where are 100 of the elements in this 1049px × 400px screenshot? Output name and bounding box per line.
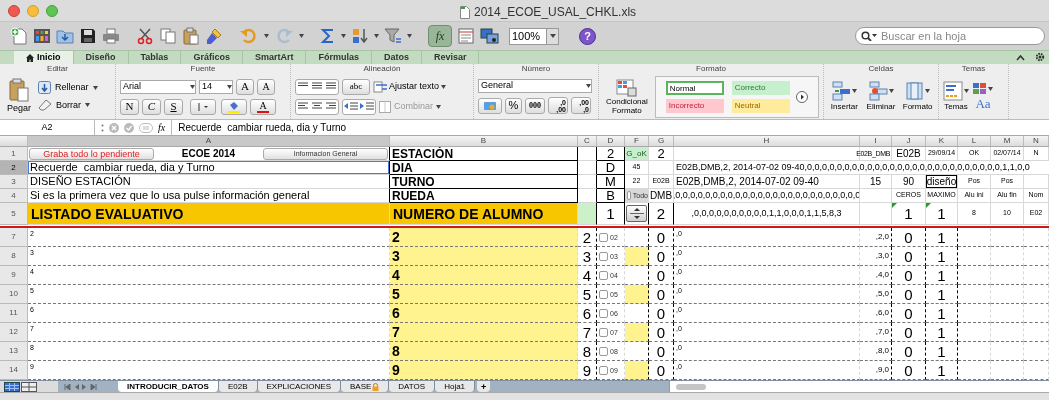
column-header[interactable]: A (28, 136, 390, 146)
dropdown-caret-icon[interactable] (85, 103, 90, 108)
table-cell[interactable]: DISEÑO ESTACIÓN (28, 175, 389, 188)
cell-style-swatch[interactable]: Correcto (731, 80, 790, 95)
percent-button[interactable]: % (505, 97, 522, 114)
font-color-button[interactable]: A (250, 98, 276, 115)
theme-fonts-button[interactable]: Aa (975, 96, 991, 111)
scissors-icon[interactable] (136, 27, 154, 45)
first-sheet-icon[interactable] (64, 383, 71, 390)
checkbox[interactable] (599, 232, 608, 242)
align-middle-icon[interactable] (310, 79, 324, 92)
collapse-ribbon-icon[interactable] (1016, 52, 1025, 62)
dropdown-caret-icon[interactable] (341, 34, 346, 38)
column-header[interactable]: C (578, 136, 597, 146)
checkbox[interactable] (599, 289, 608, 299)
checkbox[interactable] (599, 327, 608, 337)
equals-toggle-icon[interactable] (139, 122, 153, 133)
row-header[interactable]: 7 (0, 228, 28, 247)
row-header[interactable]: 2 (0, 161, 28, 175)
help-button[interactable]: ? (579, 27, 596, 45)
settings-icon[interactable] (1035, 52, 1045, 62)
conditional-format-button[interactable]: Condicional Formato (603, 78, 651, 115)
theme-colors-icon[interactable] (973, 82, 987, 95)
dropdown-caret-icon[interactable] (227, 84, 232, 89)
cell-style-swatch[interactable]: Normal (665, 80, 724, 95)
column-header[interactable]: G (649, 136, 674, 146)
search-icon[interactable] (861, 31, 877, 41)
align-bottom-icon[interactable] (324, 79, 338, 92)
dropdown-caret-icon[interactable] (851, 88, 857, 93)
paintbrush-icon[interactable] (205, 27, 223, 45)
row-header[interactable]: 1 (0, 147, 28, 161)
column-header[interactable]: K (926, 136, 958, 146)
italic-button[interactable]: C (142, 98, 161, 115)
zoom-field[interactable]: 100% (509, 27, 559, 45)
currency-button[interactable] (478, 97, 502, 114)
bold-button[interactable]: N (120, 98, 139, 115)
row-header[interactable]: 14 (0, 361, 28, 380)
dropdown-caret-icon[interactable] (888, 88, 894, 93)
align-left-icon[interactable] (296, 99, 310, 112)
shrink-font-button[interactable]: A (257, 78, 275, 95)
wrap-text-button[interactable]: Ajustar texto (373, 79, 447, 94)
checkbox[interactable] (599, 270, 608, 280)
sort-icon[interactable] (351, 27, 369, 45)
formula-builder-button[interactable]: fx (428, 25, 452, 47)
column-header[interactable]: H (674, 136, 860, 146)
text-orientation-button[interactable]: abc (342, 78, 370, 95)
new-document-icon[interactable] (10, 27, 28, 45)
themes-button[interactable]: Temas (943, 80, 969, 113)
dropdown-caret-icon[interactable] (92, 85, 98, 90)
column-header[interactable]: J (892, 136, 926, 146)
media-browser-icon[interactable] (480, 27, 500, 45)
row-header[interactable]: 12 (0, 323, 28, 342)
column-header[interactable]: I (860, 136, 892, 146)
row-header[interactable]: 4 (0, 189, 28, 203)
spinner-control[interactable] (626, 205, 647, 222)
cell-style-swatch[interactable]: Neutral (731, 98, 790, 113)
row-header[interactable]: 10 (0, 285, 28, 304)
underline-button[interactable]: S (164, 98, 183, 115)
dropdown-caret-icon[interactable] (964, 88, 969, 93)
number-format-field[interactable]: General (478, 79, 592, 93)
grow-font-button[interactable]: A (236, 78, 254, 95)
more-styles-icon[interactable] (795, 90, 808, 103)
dropdown-caret-icon[interactable] (586, 84, 591, 88)
close-window-icon[interactable] (8, 4, 20, 17)
checkbox[interactable] (599, 251, 608, 261)
ribbon-tab[interactable]: Inicio (14, 51, 74, 64)
search-field[interactable]: Buscar en la hoja (855, 27, 1045, 45)
row-header[interactable]: 9 (0, 266, 28, 285)
name-box[interactable]: A2 (0, 120, 95, 135)
cell-style-swatch[interactable]: Incorrecto (665, 98, 724, 113)
row-header[interactable]: 11 (0, 304, 28, 323)
dropdown-caret-icon[interactable] (988, 86, 993, 91)
gallery-icon[interactable] (33, 27, 51, 45)
add-sheet-button[interactable]: + (477, 381, 491, 392)
row-header[interactable]: 8 (0, 247, 28, 266)
copy-icon[interactable] (159, 27, 177, 45)
next-sheet-icon[interactable] (82, 383, 87, 390)
checkbox[interactable] (599, 308, 608, 318)
formula-field[interactable]: Recuerde cambiar rueda, dia y Turno (172, 120, 1049, 135)
row-header[interactable]: 3 (0, 175, 28, 189)
dropdown-caret-icon[interactable] (299, 34, 304, 38)
align-center-icon[interactable] (310, 99, 324, 112)
insert-button[interactable]: Insertar (828, 80, 861, 113)
checkbox[interactable] (599, 346, 608, 356)
normal-view-icon[interactable] (4, 381, 20, 392)
checkbox[interactable] (599, 365, 608, 375)
column-header[interactable]: F (625, 136, 649, 146)
dropdown-caret-icon[interactable] (441, 84, 447, 89)
dropdown-caret-icon[interactable] (407, 34, 412, 38)
save-icon[interactable] (79, 27, 97, 45)
column-header[interactable]: N (1024, 136, 1049, 146)
open-folder-icon[interactable] (56, 27, 74, 45)
fill-color-button[interactable] (221, 98, 247, 115)
fill-button[interactable]: Rellenar (38, 81, 98, 95)
row-header[interactable]: 5 (0, 203, 28, 225)
decrease-indent-icon[interactable] (343, 99, 359, 112)
paste-button[interactable]: Pegar (4, 77, 34, 116)
column-header[interactable]: D (597, 136, 625, 146)
clear-button[interactable]: Borrar (38, 98, 98, 112)
dropdown-caret-icon[interactable] (264, 34, 269, 38)
